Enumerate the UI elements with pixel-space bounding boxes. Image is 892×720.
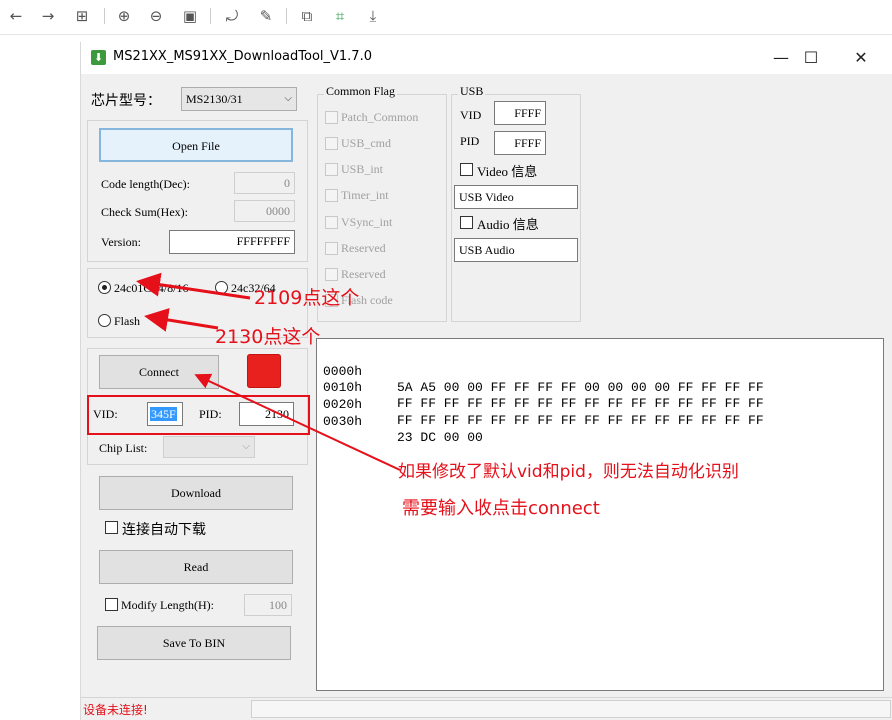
annotation-vidpid-line1: 如果修改了默认vid和pid，则无法自动化识别: [398, 462, 739, 482]
screenshot-root: ← → ⊞ ⊕ ⊖ ▣ ⤾ ✎ ⧉ ⌗ ⤓ ⬇ MS21XX_MS91XX_Do…: [0, 0, 892, 720]
arrow-to-flash: [144, 308, 219, 332]
arrow-to-connect: [194, 373, 401, 471]
arrow-to-24c01: [136, 272, 251, 300]
annotation-vidpid-line2: 需要输入收点击connect: [402, 498, 600, 519]
annotation-arrows: [136, 272, 401, 471]
annotation-2130: 2130点这个: [215, 326, 321, 348]
annotation-2109: 2109点这个: [254, 287, 360, 309]
